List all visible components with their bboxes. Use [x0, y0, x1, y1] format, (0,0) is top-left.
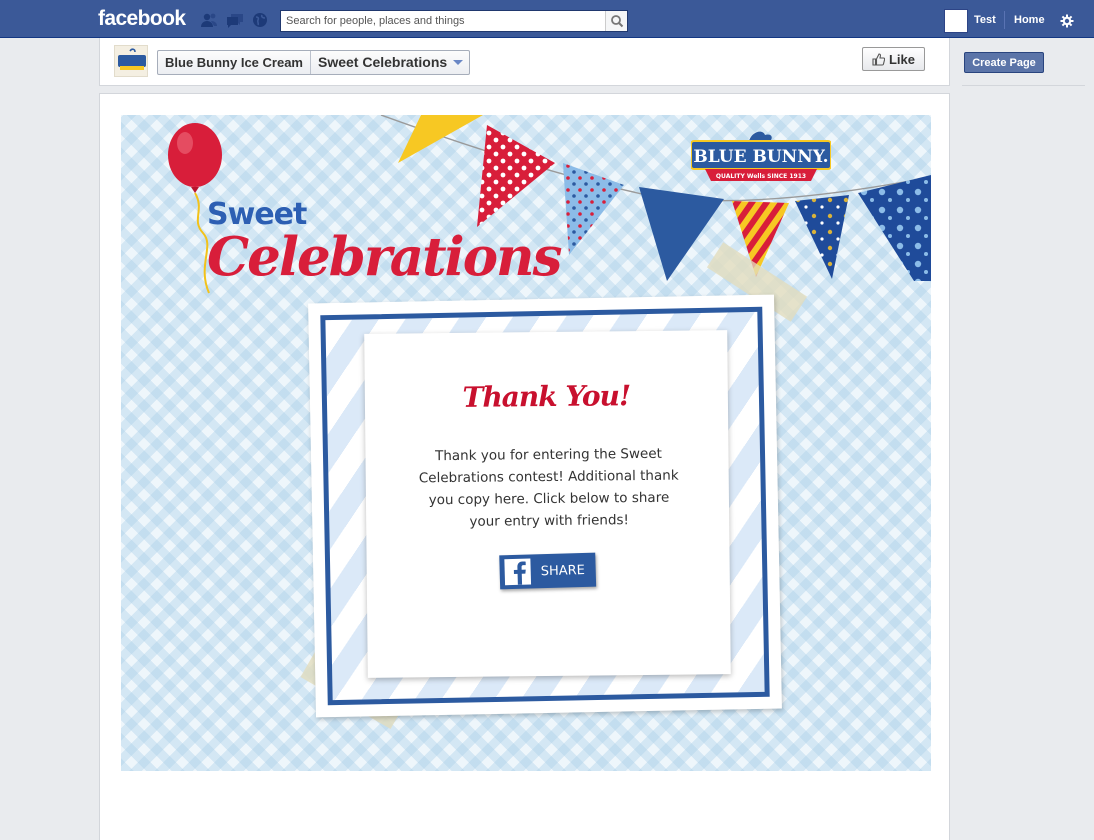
thumbs-up-icon — [872, 52, 885, 66]
home-link[interactable]: Home — [1014, 14, 1045, 26]
breadcrumb-page-link[interactable]: Blue Bunny Ice Cream — [158, 51, 311, 74]
search-bar — [280, 10, 628, 32]
thank-you-heading: Thank You! — [462, 379, 631, 414]
pennant-yellow — [398, 115, 483, 163]
notifications-globe-icon[interactable] — [251, 12, 269, 28]
profile-link[interactable]: Test — [974, 14, 996, 26]
brand-tagline: QUALITY Wells SINCE 1913 — [716, 173, 806, 180]
sidebar-divider — [962, 85, 1085, 86]
search-icon — [611, 15, 624, 28]
pennant-light-blue — [563, 163, 624, 255]
pennant-navy-dots — [858, 175, 931, 281]
chevron-down-icon — [453, 60, 464, 65]
pennant-red-dots — [477, 125, 555, 227]
friend-requests-icon[interactable] — [200, 12, 218, 28]
avatar[interactable] — [944, 9, 968, 33]
like-button[interactable]: Like — [862, 47, 925, 71]
thank-you-card: Thank You! Thank you for entering the Sw… — [364, 330, 731, 678]
thank-you-message: Thank you for entering the Sweet Celebra… — [418, 445, 679, 530]
share-button[interactable]: SHARE — [499, 552, 597, 590]
search-input[interactable] — [281, 11, 605, 31]
breadcrumb: Blue Bunny Ice Cream Sweet Celebrations — [157, 50, 471, 75]
blue-bunny-logo: BLUE BUNNY. QUALITY Wells SINCE 1913 — [690, 127, 832, 183]
page-profile-picture[interactable] — [114, 45, 148, 77]
facebook-icon — [504, 558, 532, 586]
messages-icon[interactable] — [226, 12, 244, 28]
app-content-panel: BLUE BUNNY. QUALITY Wells SINCE 1913 Swe… — [99, 93, 950, 840]
like-label: Like — [888, 51, 915, 67]
breadcrumb-app-label: Sweet Celebrations — [318, 54, 448, 70]
app-selector-dropdown[interactable]: Sweet Celebrations — [311, 51, 469, 74]
gear-icon[interactable] — [1060, 14, 1074, 28]
pennant-navy-gold — [795, 195, 849, 279]
create-page-button[interactable]: Create Page — [964, 52, 1044, 73]
share-label: SHARE — [540, 562, 586, 579]
brand-name: BLUE BUNNY. — [693, 147, 828, 167]
nav-divider — [1004, 11, 1005, 29]
top-navigation-bar: facebook Test Home — [0, 0, 1094, 38]
search-button[interactable] — [605, 11, 627, 31]
title-celebrations: Celebrations — [207, 226, 562, 288]
page-header: Blue Bunny Ice Cream Sweet Celebrations … — [99, 38, 950, 86]
facebook-logo[interactable]: facebook — [98, 7, 186, 31]
sweet-celebrations-app: BLUE BUNNY. QUALITY Wells SINCE 1913 Swe… — [121, 115, 931, 771]
